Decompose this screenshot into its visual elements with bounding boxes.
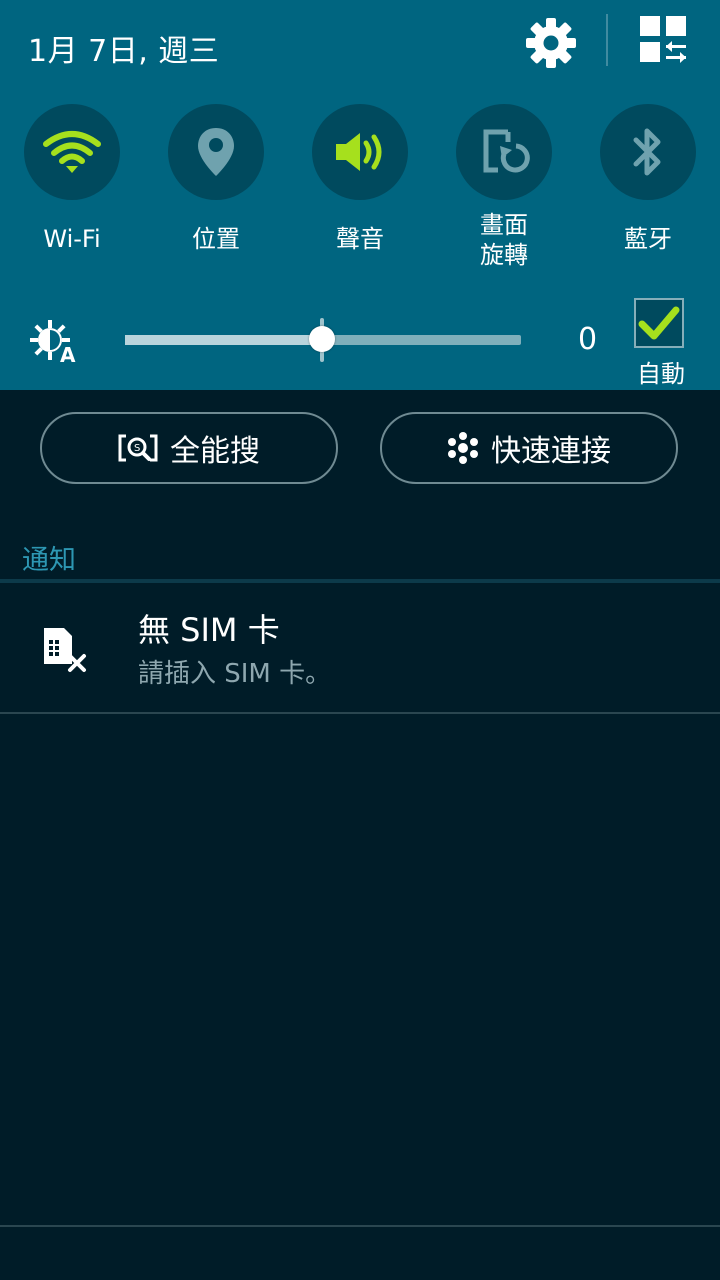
- auto-brightness-label: 自動: [637, 360, 685, 388]
- notification-title: 無 SIM 卡: [138, 611, 280, 649]
- toggle-sound[interactable]: [312, 104, 408, 200]
- toggle-label-wifi: Wi-Fi: [43, 225, 101, 253]
- bluetooth-icon: [633, 128, 661, 176]
- notification-subtitle: 請插入 SIM 卡。: [138, 659, 332, 689]
- search-finder-icon: S: [118, 434, 158, 462]
- notifications-section-title: 通知: [22, 545, 76, 576]
- wifi-icon: [43, 131, 101, 173]
- quick-connect-label: 快速連接: [491, 434, 611, 469]
- rotation-label-line-2: 旋轉: [480, 241, 528, 269]
- toggle-wifi[interactable]: [24, 104, 120, 200]
- auto-brightness-icon: A: [30, 320, 76, 366]
- grid-swap-icon[interactable]: [636, 14, 690, 66]
- toggle-location[interactable]: [168, 104, 264, 200]
- notification-divider: [0, 712, 720, 714]
- toggle-label-screen-rotation: 畫面 旋轉: [444, 210, 564, 270]
- screen-rotation-icon: [483, 129, 530, 173]
- rotation-label-line-1: 畫面: [480, 211, 528, 239]
- brightness-slider-fill: [125, 335, 323, 345]
- svg-text:A: A: [60, 343, 76, 366]
- checkmark-icon: [638, 306, 680, 340]
- location-pin-icon: [198, 128, 234, 176]
- toggle-bluetooth[interactable]: [600, 104, 696, 200]
- bottom-divider: [0, 1225, 720, 1227]
- quick-connect-button[interactable]: 快速連接: [380, 412, 678, 484]
- date-text: 1月 7日, 週三: [28, 34, 220, 69]
- brightness-slider-thumb[interactable]: [309, 326, 335, 352]
- s-finder-button[interactable]: S 全能搜: [40, 412, 338, 484]
- auto-brightness-checkbox[interactable]: [634, 298, 684, 348]
- header-divider: [606, 14, 608, 66]
- notification-item-no-sim[interactable]: 無 SIM 卡 請插入 SIM 卡。: [0, 583, 720, 713]
- quick-connect-icon: [448, 432, 478, 464]
- svg-text:S: S: [134, 443, 140, 454]
- toggle-label-sound: 聲音: [336, 225, 384, 253]
- s-finder-label: 全能搜: [170, 434, 260, 469]
- toggle-screen-rotation[interactable]: [456, 104, 552, 200]
- gear-icon[interactable]: [522, 14, 580, 72]
- toggle-label-location: 位置: [192, 225, 240, 253]
- quick-settings-panel: 1月 7日, 週三 Wi-Fi 位置 聲音 畫面 旋轉 藍牙 A 0 自動: [0, 0, 720, 390]
- toggle-label-bluetooth: 藍牙: [624, 225, 672, 253]
- no-sim-icon: [44, 628, 86, 672]
- brightness-value: 0: [578, 322, 598, 357]
- speaker-icon: [336, 133, 382, 171]
